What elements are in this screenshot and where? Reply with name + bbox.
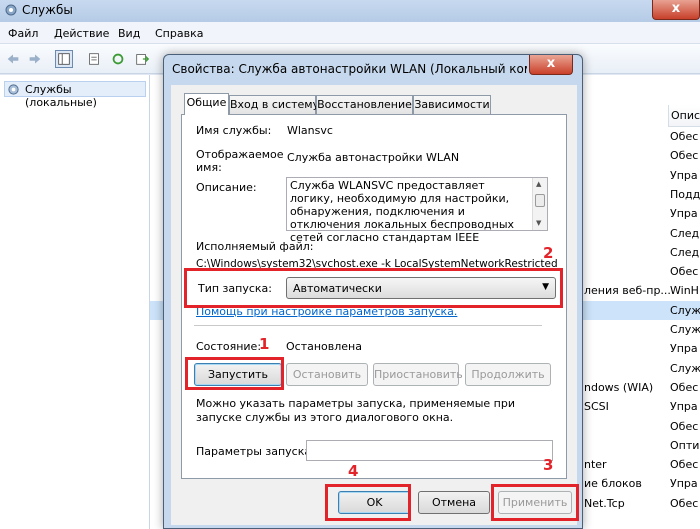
annotation-number-2: 2 <box>543 244 554 262</box>
state-label: Состояние: <box>196 340 262 353</box>
divider <box>194 325 542 326</box>
service-description-cell: Упра <box>670 168 698 182</box>
tab-general[interactable]: Общие <box>184 93 229 115</box>
highlight-ok-button <box>325 484 411 521</box>
menu-bar: Файл Действие Вид Справка <box>0 22 700 44</box>
service-description-cell: Обес <box>670 380 699 394</box>
menu-action[interactable]: Действие <box>54 27 109 40</box>
service-description-cell: След <box>670 245 700 259</box>
description-text: Служба WLANSVC предоставляет логику, нео… <box>290 179 515 244</box>
tab-logon[interactable]: Вход в систему <box>229 95 319 114</box>
description-box[interactable]: Служба WLANSVC предоставляет логику, нео… <box>286 177 548 244</box>
service-description-cell: WinH <box>670 284 699 298</box>
service-description-cell: Обес <box>670 496 699 510</box>
service-name-cell: Net.Tcp <box>584 496 625 510</box>
scroll-up-icon[interactable]: ▲ <box>536 180 541 188</box>
service-description-cell: Служ <box>670 361 700 375</box>
service-description-cell: Упра <box>670 342 698 356</box>
services-window-title: Службы <box>22 3 73 17</box>
menu-help[interactable]: Справка <box>155 27 203 40</box>
service-name-label: Имя службы: <box>196 124 272 137</box>
annotation-number-3: 3 <box>543 456 554 474</box>
service-name-cell: SCSI <box>584 400 609 414</box>
service-description-cell: Обес <box>670 458 699 472</box>
start-params-hint: Можно указать параметры запуска, применя… <box>196 397 515 424</box>
menu-view[interactable]: Вид <box>118 27 140 40</box>
column-header-label: Опис <box>671 109 700 122</box>
service-description-cell: Упра <box>670 400 698 414</box>
service-description-cell: Служ <box>670 303 700 317</box>
dialog-title: Свойства: Служба автонастройки WLAN (Лок… <box>172 62 527 76</box>
resume-button[interactable]: Продолжить <box>465 363 551 386</box>
highlight-apply-button <box>491 484 579 521</box>
service-name-cell: nter <box>584 458 607 472</box>
highlight-start-button <box>185 357 284 390</box>
stop-button[interactable]: Остановить <box>286 363 368 386</box>
service-name-value: Wlansvc <box>287 124 333 137</box>
refresh-icon[interactable] <box>109 50 127 68</box>
pause-button[interactable]: Приостановить <box>373 363 463 386</box>
dialog-close-button[interactable]: x <box>529 55 573 75</box>
service-description-cell: След <box>670 226 700 240</box>
service-description-cell: Подд <box>670 187 700 201</box>
scroll-thumb[interactable] <box>535 194 545 207</box>
services-gear-icon <box>8 84 19 95</box>
display-name-label: Отображаемое <box>196 148 284 161</box>
properties-icon[interactable] <box>85 50 103 68</box>
forward-arrow-icon[interactable] <box>26 50 44 68</box>
tab-recovery[interactable]: Восстановление <box>316 95 413 114</box>
back-arrow-icon[interactable] <box>4 50 22 68</box>
description-scrollbar[interactable]: ▲ ▼ <box>532 178 547 230</box>
service-description-cell: Служ <box>670 323 700 336</box>
tree-item-local-services[interactable]: Службы (локальные) <box>4 81 146 109</box>
show-tree-icon[interactable] <box>55 50 73 68</box>
tree-item-label: Службы (локальные) <box>25 83 97 109</box>
service-description-cell: Опти <box>670 438 700 452</box>
service-description-cell: Упра <box>670 207 698 221</box>
highlight-startup-type <box>184 268 563 308</box>
annotation-number-4: 4 <box>348 462 359 480</box>
services-close-button[interactable]: x <box>652 0 700 20</box>
service-description-cell: Обес <box>670 265 699 279</box>
start-params-label: Параметры запуска: <box>196 445 315 458</box>
console-tree: Службы (локальные) <box>0 75 150 529</box>
exe-label: Исполняемый файл: <box>196 240 314 253</box>
service-name-cell: ления веб-пр... <box>584 284 671 298</box>
display-name-label-2: имя: <box>196 161 222 174</box>
column-header-description[interactable]: Опис <box>668 105 700 127</box>
services-gear-icon <box>5 4 17 16</box>
display-name-value: Служба автонастройки WLAN <box>287 151 460 164</box>
service-name-cell: ndows (WIA) <box>584 380 654 394</box>
tab-dependencies[interactable]: Зависимости <box>413 95 491 114</box>
service-description-cell: Обес <box>670 149 699 163</box>
cancel-button[interactable]: Отмена <box>418 491 490 514</box>
service-description-cell: Обес <box>670 419 699 433</box>
state-value: Остановлена <box>286 340 362 353</box>
menu-file[interactable]: Файл <box>8 27 38 40</box>
annotation-number-1: 1 <box>259 335 270 353</box>
export-icon[interactable] <box>133 50 151 68</box>
services-window-titlebar: Службы <box>0 0 700 22</box>
service-description-cell: Обес <box>670 130 699 143</box>
description-label: Описание: <box>196 181 257 194</box>
service-name-cell: ие блоков <box>584 477 642 491</box>
start-params-input[interactable] <box>306 440 553 461</box>
scroll-down-icon[interactable]: ▼ <box>536 219 541 227</box>
service-description-cell: Упра <box>670 477 698 491</box>
